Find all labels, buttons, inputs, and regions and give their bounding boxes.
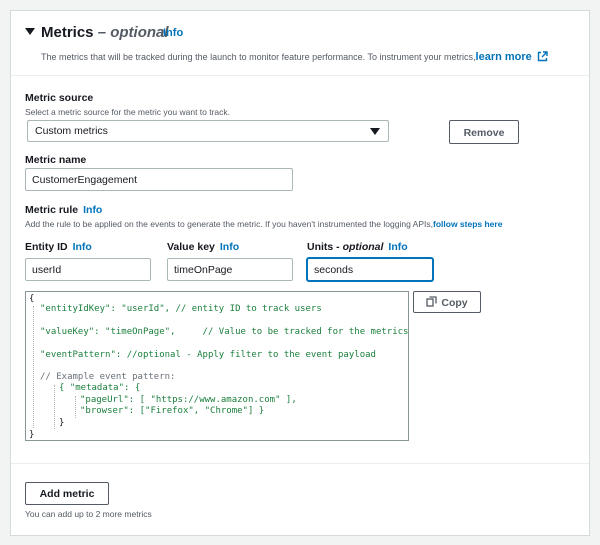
value-key-label: Value key Info [167, 241, 239, 253]
add-metric-button[interactable]: Add metric [25, 482, 109, 505]
code-line-4: "eventPattern": //optional - Apply filte… [40, 350, 376, 360]
metric-source-description: Select a metric source for the metric yo… [25, 107, 231, 117]
code-line-6: { "metadata": { [59, 383, 141, 393]
entity-id-info-link[interactable]: Info [73, 241, 92, 253]
code-line-3: "valueKey": "timeOnPage", // Value to be… [40, 327, 409, 337]
section-description: The metrics that will be tracked during … [41, 51, 586, 63]
metric-rule-label: Metric rule Info [25, 204, 102, 216]
value-key-input[interactable]: timeOnPage [167, 258, 293, 281]
indent-guide [54, 385, 55, 429]
value-key-info-link[interactable]: Info [220, 241, 239, 253]
section-title[interactable]: Metrics – optional [41, 24, 169, 41]
code-line-1: { [29, 294, 35, 304]
units-info-link[interactable]: Info [388, 241, 407, 253]
entity-id-label-text: Entity ID [25, 241, 68, 253]
metric-source-select[interactable]: Custom metrics [27, 120, 389, 142]
metric-rule-info-link[interactable]: Info [83, 204, 102, 216]
units-input[interactable]: seconds [307, 258, 433, 281]
caret-down-icon[interactable] [25, 28, 35, 35]
units-label: Units - optional Info [307, 241, 408, 253]
external-link-icon[interactable] [537, 51, 548, 62]
add-metric-hint: You can add up to 2 more metrics [25, 509, 152, 519]
indent-guide [75, 396, 76, 418]
units-label-optional: - optional [336, 241, 384, 253]
code-line-9: } [59, 418, 65, 428]
metric-source-selected: Custom metrics [35, 125, 108, 137]
entity-id-input[interactable]: userId [25, 258, 151, 281]
metric-name-label: Metric name [25, 154, 87, 166]
section-title-text: Metrics [41, 24, 94, 41]
metrics-panel: Metrics – optional Info The metrics that… [10, 10, 590, 536]
copy-button[interactable]: Copy [413, 291, 481, 313]
copy-button-label: Copy [441, 297, 468, 309]
entity-id-label: Entity ID Info [25, 241, 92, 253]
dropdown-arrow-icon [370, 128, 380, 135]
indent-guide [33, 306, 34, 428]
metric-rule-label-text: Metric rule [25, 204, 79, 216]
learn-more-link[interactable]: learn more [476, 51, 532, 63]
metrics-header: Metrics – optional Info The metrics that… [11, 11, 589, 76]
metric-name-input[interactable]: CustomerEngagement [25, 168, 293, 191]
metric-source-label: Metric source [25, 92, 94, 104]
code-line-10: } [29, 430, 35, 440]
metric-rule-description-text: Add the rule to be applied on the events… [25, 219, 433, 229]
code-line-5: // Example event pattern: [40, 372, 176, 382]
remove-button[interactable]: Remove [449, 120, 519, 144]
units-label-text: Units [307, 241, 334, 253]
copy-icon [426, 296, 438, 307]
code-line-2: "entityIdKey": "userId", // entity ID to… [40, 304, 322, 314]
section-info-link[interactable]: Info [163, 27, 183, 39]
section-title-optional: – optional [97, 24, 169, 41]
code-line-8: "browser": ["Firefox", "Chrome"] } [80, 406, 265, 416]
follow-steps-link[interactable]: follow steps here [433, 219, 502, 229]
metric-rule-code-editor[interactable]: { "entityIdKey": "userId", // entity ID … [25, 291, 409, 441]
footer-divider [11, 463, 589, 464]
value-key-label-text: Value key [167, 241, 215, 253]
section-description-text: The metrics that will be tracked during … [41, 52, 476, 62]
metric-rule-description: Add the rule to be applied on the events… [25, 219, 502, 229]
code-line-7: "pageUrl": [ "https://www.amazon.com" ], [80, 395, 297, 405]
